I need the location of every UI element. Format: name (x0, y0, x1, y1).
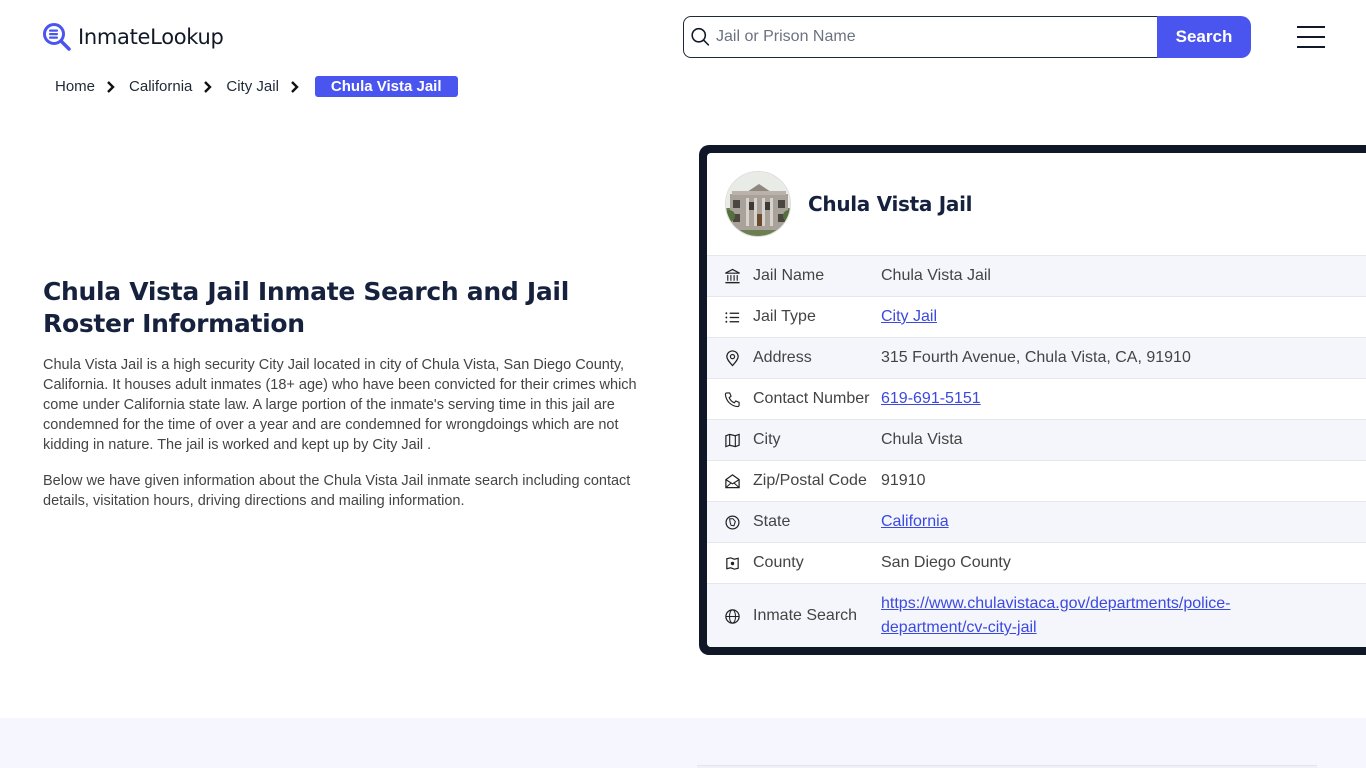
info-row-zip: Zip/Postal Code 91910 (707, 460, 1366, 501)
info-row-address: Address 315 Fourth Avenue, Chula Vista, … (707, 337, 1366, 378)
jail-info-card: Chula Vista Jail Jail Name Chula Vista J… (699, 145, 1366, 655)
info-row-county: County San Diego County (707, 542, 1366, 583)
menu-line (1297, 26, 1325, 28)
search-bar: Search (683, 16, 1251, 58)
search-input[interactable] (711, 28, 1157, 46)
map-pin-icon (726, 349, 739, 367)
chevron-right-icon (107, 80, 115, 93)
search-field (683, 16, 1157, 58)
info-row-jail-name: Jail Name Chula Vista Jail (707, 255, 1366, 296)
logo-text: InmateLookup (78, 25, 224, 49)
info-row-jail-type: Jail Type City Jail (707, 296, 1366, 337)
chevron-right-icon (204, 80, 213, 93)
phone-icon (724, 391, 740, 407)
row-label: Jail Type (753, 308, 816, 325)
row-label: County (753, 554, 804, 571)
breadcrumb-current: Chula Vista Jail (314, 76, 458, 97)
row-value: Chula Vista (881, 431, 963, 448)
mail-open-icon (725, 473, 740, 488)
courthouse-image-icon (726, 172, 790, 236)
jail-info-card-body: Chula Vista Jail Jail Name Chula Vista J… (707, 153, 1366, 647)
info-row-city: City Chula Vista (707, 419, 1366, 460)
row-label: City (753, 431, 781, 448)
breadcrumb-jail-type[interactable]: City Jail (226, 78, 279, 95)
info-row-state: State California (707, 501, 1366, 542)
row-label: Zip/Postal Code (753, 472, 867, 489)
row-value: San Diego County (881, 554, 1011, 571)
inmate-search-link[interactable]: https://www.chulavistaca.gov/departments… (881, 595, 1231, 636)
info-row-contact: Contact Number 619-691-5151 (707, 378, 1366, 419)
breadcrumb: Home California City Jail Chula Vista Ja… (55, 76, 458, 97)
row-label: Address (753, 349, 812, 366)
state-badge-icon (725, 514, 740, 530)
breadcrumb-state[interactable]: California (129, 78, 192, 95)
jail-photo (725, 171, 791, 237)
row-value: 315 Fourth Avenue, Chula Vista, CA, 9191… (881, 349, 1191, 366)
card-header: Chula Vista Jail (707, 153, 1366, 255)
info-row-inmate-search: Inmate Search https://www.chulavistaca.g… (707, 583, 1366, 647)
county-map-icon (726, 556, 739, 570)
search-icon (691, 27, 710, 46)
page-title: Chula Vista Jail Inmate Search and Jail … (43, 277, 569, 338)
intro-paragraph: Chula Vista Jail is a high security City… (43, 357, 637, 453)
card-title: Chula Vista Jail (808, 192, 973, 216)
row-label: Inmate Search (753, 607, 858, 624)
row-label: Contact Number (753, 390, 870, 407)
menu-line (1297, 36, 1325, 38)
menu-line (1297, 46, 1325, 48)
next-section-background (0, 718, 1366, 768)
site-header: InmateLookup Search (0, 0, 1366, 70)
breadcrumb-home[interactable]: Home (55, 78, 95, 95)
row-value: 91910 (881, 472, 926, 489)
state-link[interactable]: California (881, 513, 949, 530)
hamburger-menu-icon[interactable] (1297, 26, 1325, 48)
list-icon (725, 311, 740, 323)
intro-paragraph: Below we have given information about th… (43, 473, 631, 509)
chevron-right-icon (291, 80, 299, 93)
row-value: Chula Vista Jail (881, 267, 991, 284)
search-button[interactable]: Search (1157, 16, 1251, 58)
building-columns-icon (725, 268, 740, 283)
magnifier-logo-icon (43, 23, 71, 51)
jail-type-link[interactable]: City Jail (881, 308, 937, 325)
phone-link[interactable]: 619-691-5151 (881, 390, 981, 407)
site-logo[interactable]: InmateLookup (42, 22, 224, 52)
map-icon (725, 432, 740, 448)
intro-section: Chula Vista Jail Inmate Search and Jail … (43, 276, 643, 511)
globe-icon (725, 608, 740, 624)
row-label: State (753, 513, 791, 530)
row-label: Jail Name (753, 267, 825, 284)
